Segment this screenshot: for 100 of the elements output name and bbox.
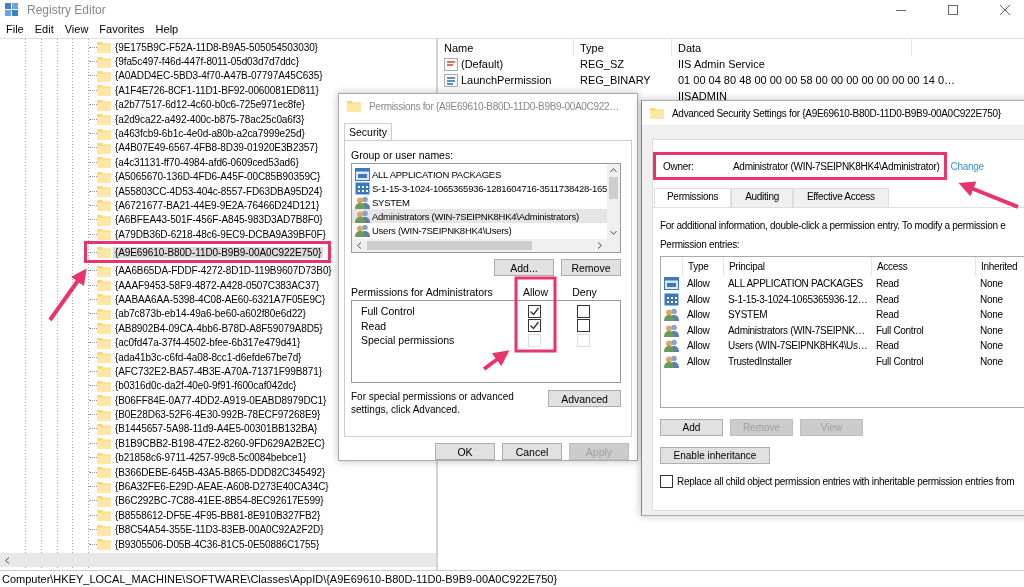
change-link[interactable]: Change xyxy=(950,160,984,172)
tree-item[interactable]: {B8C54A54-355E-11D3-83EB-00A0C92A2F2D} xyxy=(113,524,326,536)
advanced-button[interactable]: Advanced xyxy=(548,390,621,407)
table-row[interactable]: Allow Administrators (WIN-7SEIPNK… Full Control None xyxy=(661,322,1024,338)
tree-item[interactable]: {b21858c6-9711-4257-99c8-5c0084bebce1} xyxy=(113,452,309,464)
tree-item[interactable]: {AB8902B4-09CA-4bb6-B78D-A8F59079A8D5} xyxy=(113,322,325,334)
scroll-down-icon[interactable] xyxy=(610,229,617,236)
column-header[interactable]: Data xyxy=(672,39,912,56)
menu-item[interactable]: Favorites xyxy=(95,22,152,36)
value-name[interactable]: LaunchPermission xyxy=(461,74,552,86)
tab[interactable]: Permissions xyxy=(654,188,732,208)
tree-item[interactable]: {B0E28D63-52F6-4E30-992B-78ECF97268E9} xyxy=(113,409,323,421)
tree-item[interactable]: {AABAA6AA-5398-4C08-AE60-6321A7F05E9C} xyxy=(113,293,328,305)
tree-item[interactable]: {B1B9CBB2-B198-47E2-8260-9FD629A2B2EC} xyxy=(113,437,327,449)
tree-item[interactable]: {b0316d0c-da2f-40e0-9f91-f600caf042dc} xyxy=(113,380,299,392)
scroll-right-icon[interactable] xyxy=(596,242,603,249)
column-header[interactable]: Name xyxy=(438,39,574,56)
tree-item[interactable]: {A9E69610-B80D-11D0-B9B9-00A0C922E750} xyxy=(113,246,324,258)
principal-item[interactable]: Administrators (WIN-7SEIPNK8HK4\Administrators) xyxy=(352,209,607,223)
checkbox[interactable] xyxy=(528,319,541,333)
dialog-button[interactable]: Add... xyxy=(494,259,554,276)
window-title: Registry Editor xyxy=(27,3,106,17)
scroll-left-icon[interactable] xyxy=(356,242,363,249)
checkbox[interactable] xyxy=(660,475,673,488)
tree-item[interactable]: {B6A32FE6-E29D-AEAE-A608-D273E40CA34C} xyxy=(113,481,331,492)
scrollbar[interactable] xyxy=(0,553,436,567)
tree-item[interactable]: {A4B07E49-6567-4FB8-8D39-01920E3B2357} xyxy=(113,142,321,154)
tree-item[interactable]: {B1445657-5A98-11d9-A4E5-00301BB132BA} xyxy=(113,423,320,435)
column-header[interactable]: Type xyxy=(574,39,672,56)
checkbox[interactable] xyxy=(577,319,590,333)
tree-item[interactable]: {A5065670-136D-4FD6-A45F-00C85B90359C} xyxy=(113,171,323,183)
principal-item[interactable]: S-1-15-3-1024-1065365936-1281604716-3511738428-165 xyxy=(352,181,607,195)
maximize-icon[interactable] xyxy=(948,5,958,15)
menu-item[interactable]: Help xyxy=(151,22,186,36)
tree-item[interactable]: {a463fcb9-6b1c-4e0d-a80b-a2ca7999e25d} xyxy=(113,128,307,140)
value-name[interactable]: (Default) xyxy=(461,58,504,70)
tree-item[interactable]: {9E175B9C-F52A-11D8-B9A5-505054503030} xyxy=(113,41,320,53)
scrollbar[interactable] xyxy=(607,164,620,239)
folder-icon xyxy=(97,451,111,464)
table-row[interactable]: Allow Users (WIN-7SEIPNK8HK4\Us… Read None xyxy=(661,338,1024,354)
menu-item[interactable]: View xyxy=(60,22,96,36)
folder-icon xyxy=(97,466,111,479)
checkbox[interactable] xyxy=(528,304,541,318)
column-header[interactable]: Type xyxy=(682,257,723,276)
dialog-button[interactable]: Remove xyxy=(561,259,621,276)
tree-item[interactable]: {A6721677-BA21-44E9-9E2A-76466D24D121} xyxy=(113,200,322,211)
scroll-up-icon[interactable] xyxy=(610,167,617,174)
tree-item[interactable]: {9fa5c497-f46d-447f-8011-05d03d7d7ddc} xyxy=(113,56,301,68)
tree-item[interactable]: {AAAF9453-58F9-4872-A428-0507C383AC37} xyxy=(113,279,322,291)
enable-inheritance-button[interactable]: Enable inheritance xyxy=(660,447,770,464)
tree-item[interactable]: {AA6B65DA-FDDF-4272-8D1D-119B9607D73B0} xyxy=(113,265,334,277)
folder-icon xyxy=(97,213,111,226)
principal-item[interactable]: Users (WIN-7SEIPNK8HK4\Users) xyxy=(352,223,607,237)
folder-icon xyxy=(97,523,111,536)
tree-item[interactable]: {B6C292BC-7C88-41EE-8B54-8EC92617E599} xyxy=(113,495,326,507)
menu-item[interactable]: File xyxy=(2,22,31,36)
tree-item[interactable]: {ab7c873b-eb14-49a6-be60-a602f80e6d22} xyxy=(113,308,308,320)
tree-item[interactable]: {ac0fd47a-37f4-4502-bfee-6b317e479d41} xyxy=(113,337,303,349)
scroll-thumb[interactable] xyxy=(609,177,618,199)
tree-item[interactable]: {A79DB36D-6218-48c6-9EC9-DCBA9A39BF0F} xyxy=(113,228,328,240)
menu-item[interactable]: Edit xyxy=(30,22,61,36)
checkbox[interactable] xyxy=(577,304,590,318)
tree-item[interactable]: {a2b77517-6d12-4c60-b0c6-725e971ec8fe} xyxy=(113,99,307,111)
folder-icon xyxy=(97,199,111,212)
column-header[interactable]: Principal xyxy=(723,257,871,276)
permission-name: Full Control xyxy=(361,305,416,318)
tree-item[interactable]: {A0ADD4EC-5BD3-4f70-A47B-07797A45C635} xyxy=(113,70,325,82)
dialog-button[interactable]: Add xyxy=(660,419,723,436)
column-header[interactable]: Access xyxy=(871,257,975,276)
folder-icon xyxy=(97,322,111,335)
scroll-thumb[interactable] xyxy=(367,241,532,250)
users-icon xyxy=(355,195,370,209)
scroll-left-icon[interactable] xyxy=(4,556,11,564)
tree-item[interactable]: {a2d9ca22-a492-400c-b875-78ac25c0a6f3} xyxy=(113,113,307,125)
tree-item[interactable]: {ada41b3c-c6fd-4a08-8cc1-d6efde67be7d} xyxy=(113,351,304,363)
table-row[interactable]: Allow TrustedInstaller Full Control None xyxy=(661,353,1024,369)
table-row[interactable]: Allow SYSTEM Read None xyxy=(661,307,1024,323)
tree-item[interactable]: {AFC732E2-BA57-4B3E-A70A-71371F99B871} xyxy=(113,365,324,377)
tree-item[interactable]: {A1F4E726-8CF1-11D1-BF92-0060081ED811} xyxy=(113,84,321,96)
tab[interactable]: Effective Access xyxy=(792,188,889,208)
scrollbar[interactable] xyxy=(352,239,620,252)
tree-item[interactable]: {a4c31131-ff70-4984-afd6-0609ced53ad6} xyxy=(113,156,301,168)
dialog-button[interactable]: OK xyxy=(435,443,495,460)
table-row[interactable]: Allow ALL APPLICATION PACKAGES Read None xyxy=(661,276,1024,292)
tree-item[interactable]: {B366DEBE-645B-43A5-B865-DDD82C345492} xyxy=(113,466,328,478)
tree-item[interactable]: {B9305506-D05B-4C36-81C5-0E50886C1755} xyxy=(113,538,322,550)
principal-item[interactable]: ALL APPLICATION PACKAGES xyxy=(352,167,607,181)
tree-item[interactable]: {A6BFEA43-501F-456F-A845-983D3AD7B8F0} xyxy=(113,214,325,226)
tree-item[interactable]: {B8558612-DF5E-4F95-BB81-8E910B327FB2} xyxy=(113,509,323,521)
tree-item[interactable]: {B06FF84E-0A77-4DD2-A919-0EABD8979DC1} xyxy=(113,394,329,406)
string-value-icon xyxy=(444,57,458,71)
tab[interactable]: Security xyxy=(344,123,392,140)
dialog-button[interactable]: Cancel xyxy=(502,443,562,460)
tab[interactable]: Auditing xyxy=(731,188,793,208)
principal-item[interactable]: SYSTEM xyxy=(352,195,607,209)
folder-icon xyxy=(650,107,664,119)
table-row[interactable]: Allow S-1-15-3-1024-1065365936-12… Read None xyxy=(661,291,1024,307)
column-header[interactable]: Inherited xyxy=(975,257,1024,276)
close-icon[interactable] xyxy=(1000,5,1010,15)
tree-item[interactable]: {A55803CC-4D53-404c-8557-FD63DBA95D24} xyxy=(113,185,325,197)
